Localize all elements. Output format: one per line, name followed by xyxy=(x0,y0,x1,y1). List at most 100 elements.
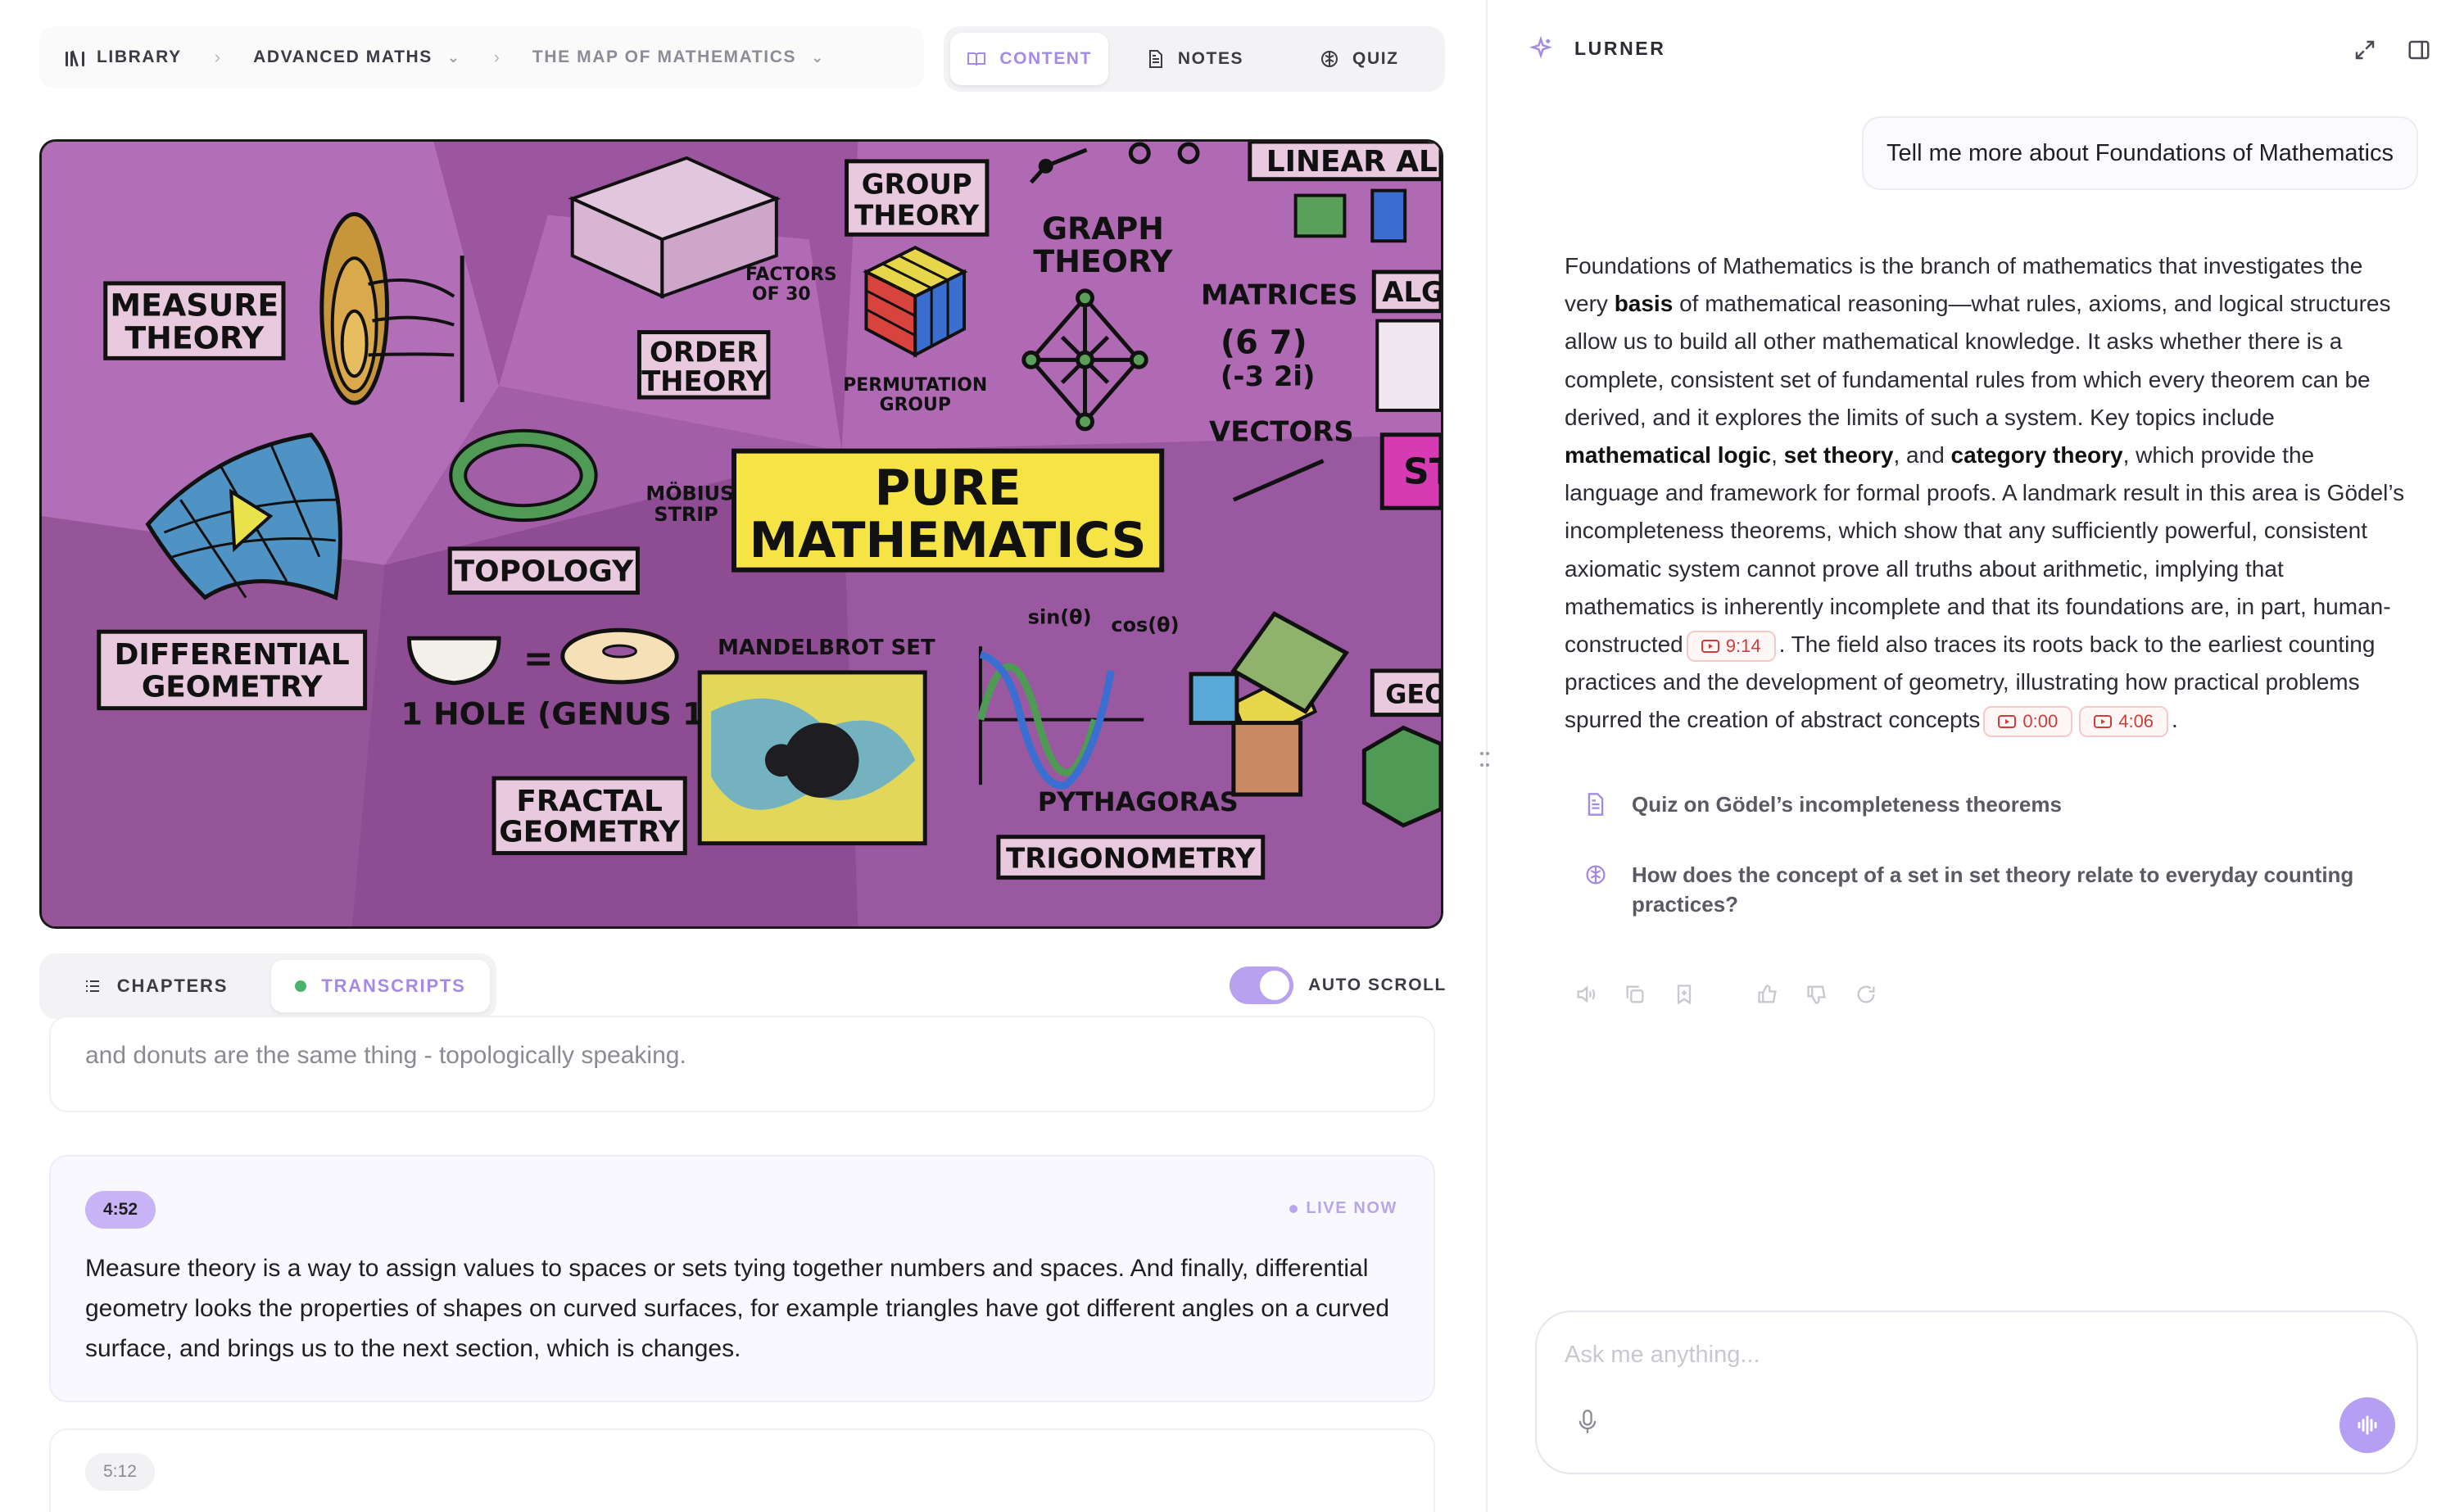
transcript-segment-current[interactable]: 4:52 LIVE NOW Measure theory is a way to… xyxy=(49,1155,1435,1402)
library-icon xyxy=(66,48,87,67)
timestamp-badge[interactable]: 5:12 xyxy=(85,1453,155,1491)
label-topology: TOPOLOGY xyxy=(455,555,634,589)
tab-transcripts[interactable]: TRANSCRIPTS xyxy=(271,960,490,1012)
timestamp-citation[interactable]: 9:14 xyxy=(1686,630,1776,662)
label-fractal-1: FRACTAL xyxy=(516,785,662,818)
label-sin: sin(θ) xyxy=(1028,605,1092,628)
brain-icon xyxy=(1586,865,1606,885)
label-st: ST xyxy=(1403,450,1441,492)
brain-icon xyxy=(1321,51,1338,67)
tab-content[interactable]: CONTENT xyxy=(950,33,1109,85)
sidebar-toggle-icon[interactable] xyxy=(2407,38,2431,62)
content-tabs: CHAPTERS TRANSCRIPTS xyxy=(39,953,496,1019)
label-mandelbrot: MANDELBROT SET xyxy=(718,636,935,660)
transcript-list[interactable]: and donuts are the same thing - topologi… xyxy=(49,1016,1435,1512)
regenerate-icon[interactable] xyxy=(1855,983,1877,1006)
transcript-text: Measure theory is a way to assign values… xyxy=(85,1255,1390,1362)
breadcrumb: LIBRARY › ADVANCED MATHS ⌄ › THE MAP OF … xyxy=(39,26,924,88)
transcript-text: and donuts are the same thing - topologi… xyxy=(85,1042,686,1069)
tab-label: CONTENT xyxy=(999,49,1093,68)
list-icon xyxy=(85,980,99,992)
label-genus: 1 HOLE (GENUS 1) xyxy=(401,696,718,732)
tab-label: QUIZ xyxy=(1352,49,1399,68)
expand-icon[interactable] xyxy=(2353,38,2377,62)
label-permutation-2: GROUP xyxy=(880,395,951,415)
chat-input[interactable] xyxy=(1565,1337,2302,1373)
chat-composer xyxy=(1535,1311,2418,1474)
copy-icon[interactable] xyxy=(1624,983,1646,1006)
label-differential-1: DIFFERENTIAL xyxy=(115,638,350,672)
label-alg: ALG xyxy=(1382,276,1441,308)
auto-scroll-toggle[interactable] xyxy=(1230,967,1294,1004)
tab-quiz[interactable]: QUIZ xyxy=(1280,33,1438,85)
speaker-icon[interactable] xyxy=(1574,983,1597,1006)
suggestion-question[interactable]: How does the concept of a set in set the… xyxy=(1584,860,2412,919)
video-icon xyxy=(2094,715,2113,729)
label-mobius-2: STRIP xyxy=(654,503,718,526)
label-group-theory-2: THEORY xyxy=(854,199,980,231)
breadcrumb-label: THE MAP OF MATHEMATICS xyxy=(532,48,797,66)
label-fractal-2: GEOMETRY xyxy=(499,816,681,849)
sparkle-icon xyxy=(1529,36,1552,59)
label-order-theory-2: THEORY xyxy=(641,365,767,397)
breadcrumb-item-library[interactable]: LIBRARY xyxy=(66,48,182,67)
label-graph-theory-1: GRAPH xyxy=(1042,211,1164,247)
assistant-name: LURNER xyxy=(1574,37,1666,59)
view-tabs: CONTENT NOTES QUIZ xyxy=(944,26,1445,92)
microphone-icon[interactable] xyxy=(1576,1409,1599,1435)
lesson-pane: LIBRARY › ADVANCED MATHS ⌄ › THE MAP OF … xyxy=(0,0,1488,1512)
user-message: Tell me more about Foundations of Mathem… xyxy=(1862,116,2418,190)
suggestion-quiz[interactable]: Quiz on Gödel’s incompleteness theorems xyxy=(1584,790,2062,819)
video-icon xyxy=(1998,715,2017,729)
label-mathematics: MATHEMATICS xyxy=(750,513,1147,569)
label-pure: PURE xyxy=(875,460,1021,517)
video-player[interactable]: MEASURE THEORY ORDER THEORY FACTORS OF 3… xyxy=(39,139,1443,929)
chevron-right-icon: › xyxy=(493,47,500,67)
chevron-right-icon: › xyxy=(214,47,221,67)
voice-send-button[interactable] xyxy=(2339,1397,2395,1453)
tab-notes[interactable]: NOTES xyxy=(1115,33,1273,85)
equals-sign: = xyxy=(523,638,554,680)
message-actions xyxy=(1574,983,1877,1006)
timestamp-badge[interactable]: 4:52 xyxy=(85,1191,156,1229)
assistant-pane: LURNER Tell me more about Foundations of… xyxy=(1489,0,2464,1512)
label-differential-2: GEOMETRY xyxy=(142,671,324,704)
label-measure-theory-1: MEASURE xyxy=(110,287,279,324)
live-now-label: LIVE NOW xyxy=(1306,1199,1397,1217)
assistant-header: LURNER xyxy=(1529,36,1665,61)
label-pythagoras: PYTHAGORAS xyxy=(1038,786,1239,817)
timestamp-citation[interactable]: 0:00 xyxy=(1983,706,2073,738)
live-dot-icon xyxy=(1289,1204,1298,1213)
top-bar: LIBRARY › ADVANCED MATHS ⌄ › THE MAP OF … xyxy=(39,26,1445,92)
video-icon xyxy=(1701,639,1719,653)
assistant-answer: Foundations of Mathematics is the branch… xyxy=(1565,247,2410,740)
tab-chapters[interactable]: CHAPTERS xyxy=(46,960,265,1012)
breadcrumb-item-lesson[interactable]: THE MAP OF MATHEMATICS ⌄ xyxy=(532,48,825,67)
thumbs-down-icon[interactable] xyxy=(1805,983,1828,1006)
label-geo: GEO xyxy=(1385,679,1441,710)
document-icon xyxy=(1148,50,1162,68)
document-icon xyxy=(1588,793,1604,816)
chevron-down-icon: ⌄ xyxy=(811,48,825,66)
auto-scroll-label: AUTO SCROLL xyxy=(1308,976,1447,994)
suggestion-label: Quiz on Gödel’s incompleteness theorems xyxy=(1632,792,2062,817)
label-measure-theory-2: THEORY xyxy=(125,319,265,355)
chevron-down-icon: ⌄ xyxy=(446,48,461,66)
breadcrumb-label: LIBRARY xyxy=(97,48,182,66)
label-factors-2: OF 30 xyxy=(752,284,811,305)
timestamp-citation[interactable]: 4:06 xyxy=(2079,706,2169,738)
book-open-icon xyxy=(967,52,986,66)
thumbs-up-icon[interactable] xyxy=(1756,983,1779,1006)
label-permutation-1: PERMUTATION xyxy=(843,375,987,396)
bookmark-icon[interactable] xyxy=(1673,983,1696,1006)
breadcrumb-item-course[interactable]: ADVANCED MATHS ⌄ xyxy=(253,48,460,67)
transcript-segment[interactable]: and donuts are the same thing - topologi… xyxy=(49,1016,1435,1112)
label-matrices: MATRICES xyxy=(1201,279,1357,311)
label-linear-alg: LINEAR ALG xyxy=(1266,145,1441,179)
label-graph-theory-2: THEORY xyxy=(1033,243,1173,279)
label-mobius-1: MÖBIUS xyxy=(645,480,734,505)
map-of-mathematics-illustration: MEASURE THEORY ORDER THEORY FACTORS OF 3… xyxy=(42,142,1441,926)
tab-label: TRANSCRIPTS xyxy=(321,976,466,996)
label-trigonometry: TRIGONOMETRY xyxy=(1006,842,1256,874)
transcript-segment[interactable]: 5:12 xyxy=(49,1428,1435,1512)
